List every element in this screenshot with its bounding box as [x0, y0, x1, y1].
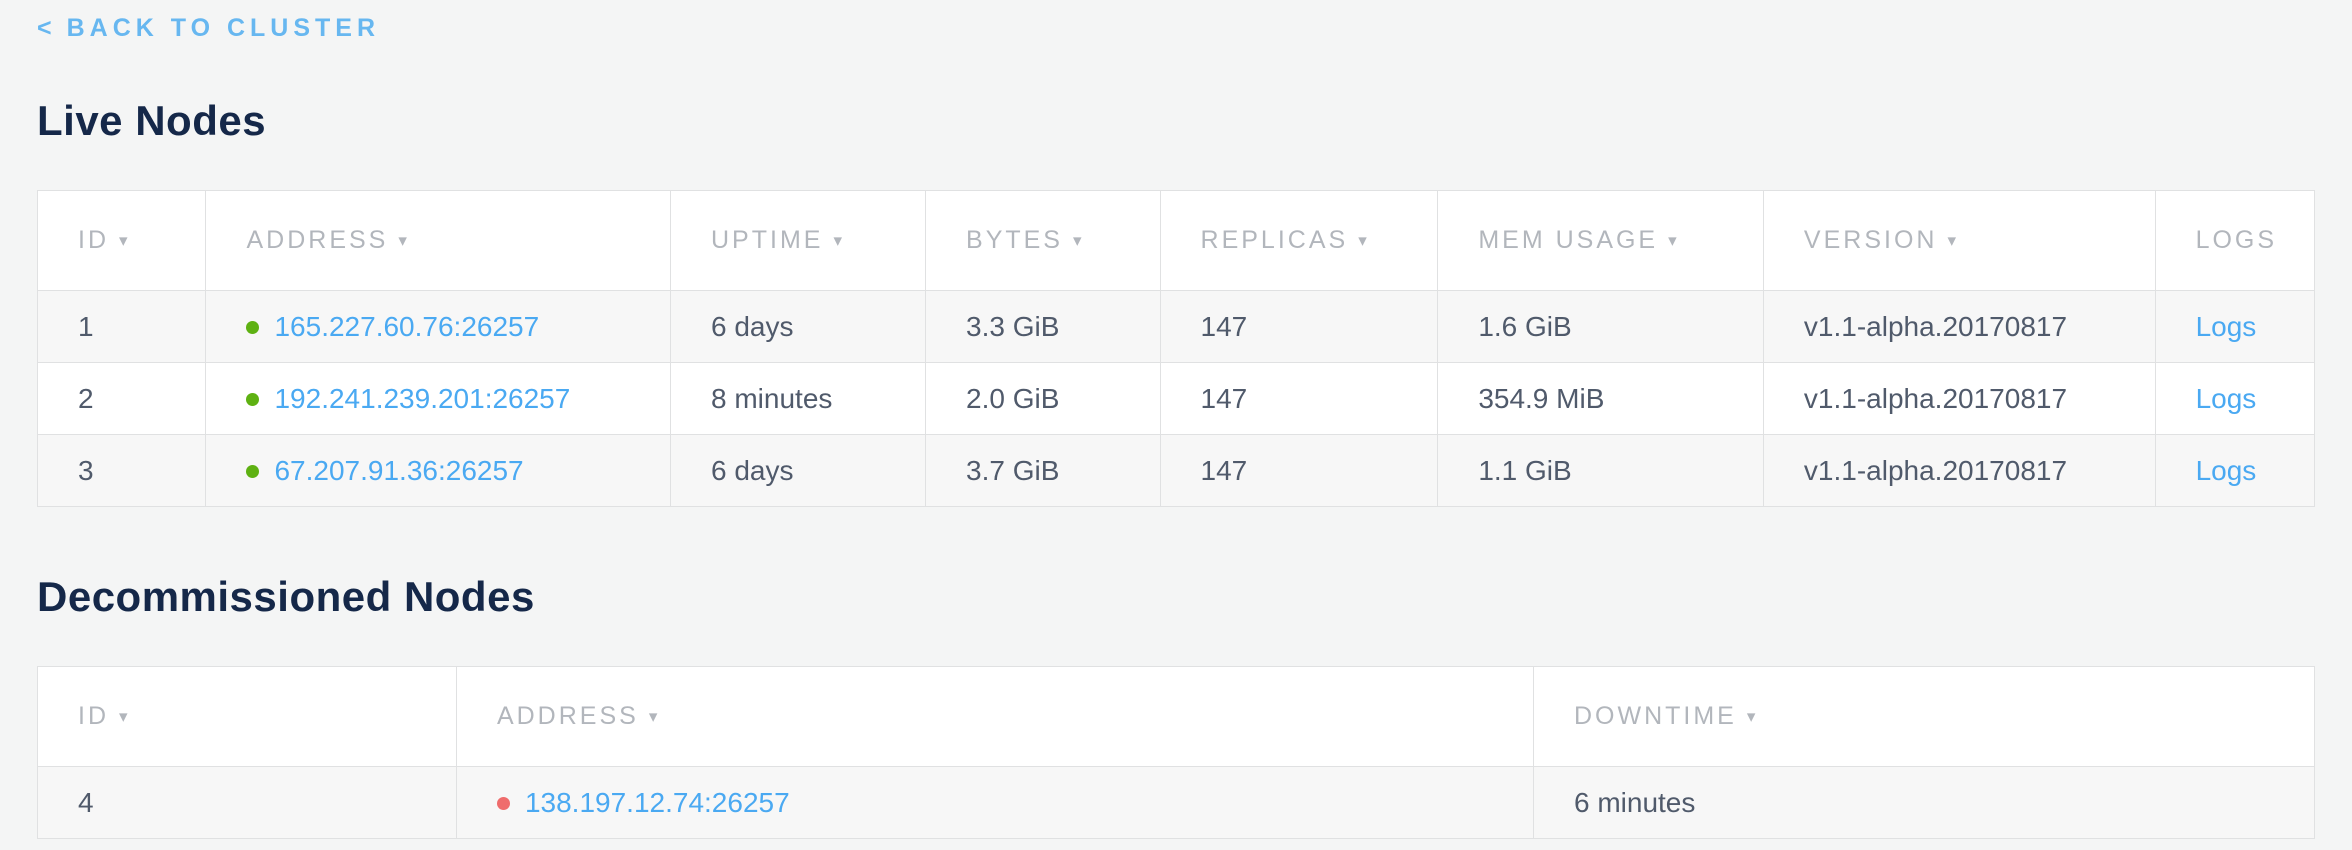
column-header-replicas[interactable]: REPLICAS ▾ [1160, 191, 1438, 291]
nodes-page: < BACK TO CLUSTER Live Nodes ID ▾ ADDRESS ▾… [0, 0, 2352, 839]
logs-link[interactable]: Logs [2196, 455, 2257, 486]
sort-arrow-icon: ▾ [649, 707, 661, 726]
node-live-status-icon [246, 321, 259, 334]
column-header-bytes[interactable]: BYTES ▾ [926, 191, 1161, 291]
node-mem-usage-cell: 1.6 GiB [1438, 291, 1764, 363]
node-mem-usage-cell: 354.9 MiB [1438, 363, 1764, 435]
sort-arrow-icon: ▾ [398, 231, 410, 250]
node-id-cell: 1 [38, 291, 206, 363]
column-header-label: BYTES [966, 226, 1063, 254]
column-header-logs: LOGS [2155, 191, 2314, 291]
node-version-cell: v1.1-alpha.20170817 [1763, 435, 2155, 507]
node-logs-cell: Logs [2155, 435, 2314, 507]
live-nodes-title: Live Nodes [37, 97, 2315, 145]
sort-arrow-icon: ▾ [1947, 231, 1959, 250]
column-header-uptime[interactable]: UPTIME ▾ [671, 191, 926, 291]
sort-arrow-icon: ▾ [1073, 231, 1085, 250]
decommissioned-nodes-title: Decommissioned Nodes [37, 573, 2315, 621]
node-address-link[interactable]: 67.207.91.36:26257 [274, 455, 523, 486]
node-address-cell: 67.207.91.36:26257 [206, 435, 671, 507]
live-nodes-table: ID ▾ ADDRESS ▾ UPTIME ▾ BYTES ▾ REPLICAS ▾ ME… [37, 190, 2315, 507]
decommissioned-node-row: 4 138.197.12.74:26257 6 minutes [38, 767, 2315, 839]
node-bytes-cell: 3.3 GiB [926, 291, 1161, 363]
column-header-address[interactable]: ADDRESS ▾ [206, 191, 671, 291]
back-to-cluster-link[interactable]: < BACK TO CLUSTER [37, 14, 380, 43]
node-replicas-cell: 147 [1160, 363, 1438, 435]
back-to-cluster-label: BACK TO CLUSTER [67, 14, 380, 42]
column-header-label: DOWNTIME [1574, 702, 1737, 730]
column-header-label: UPTIME [711, 226, 823, 254]
node-replicas-cell: 147 [1160, 435, 1438, 507]
column-header-downtime[interactable]: DOWNTIME ▾ [1533, 667, 2314, 767]
column-header-label: VERSION [1804, 226, 1938, 254]
node-address-cell: 192.241.239.201:26257 [206, 363, 671, 435]
node-id-cell: 4 [38, 767, 457, 839]
sort-arrow-icon: ▾ [119, 231, 131, 250]
node-downtime-cell: 6 minutes [1533, 767, 2314, 839]
column-header-label: ID [78, 702, 109, 730]
column-header-label: ADDRESS [246, 226, 388, 254]
node-mem-usage-cell: 1.1 GiB [1438, 435, 1764, 507]
chevron-left-icon: < [37, 14, 57, 42]
column-header-address[interactable]: ADDRESS ▾ [456, 667, 1533, 767]
node-logs-cell: Logs [2155, 363, 2314, 435]
node-address-cell: 165.227.60.76:26257 [206, 291, 671, 363]
node-address-link[interactable]: 192.241.239.201:26257 [274, 383, 570, 414]
decommissioned-nodes-header-row: ID ▾ ADDRESS ▾ DOWNTIME ▾ [38, 667, 2315, 767]
sort-arrow-icon: ▾ [1747, 707, 1759, 726]
column-header-version[interactable]: VERSION ▾ [1763, 191, 2155, 291]
column-header-label: MEM USAGE [1478, 226, 1658, 254]
sort-arrow-icon: ▾ [119, 707, 131, 726]
column-header-mem-usage[interactable]: MEM USAGE ▾ [1438, 191, 1764, 291]
live-node-row: 2 192.241.239.201:26257 8 minutes 2.0 Gi… [38, 363, 2315, 435]
column-header-label: REPLICAS [1201, 226, 1349, 254]
sort-arrow-icon: ▾ [1358, 231, 1370, 250]
node-uptime-cell: 6 days [671, 435, 926, 507]
column-header-id[interactable]: ID ▾ [38, 667, 457, 767]
node-bytes-cell: 2.0 GiB [926, 363, 1161, 435]
node-address-cell: 138.197.12.74:26257 [456, 767, 1533, 839]
live-nodes-header-row: ID ▾ ADDRESS ▾ UPTIME ▾ BYTES ▾ REPLICAS ▾ ME… [38, 191, 2315, 291]
node-dead-status-icon [497, 797, 510, 810]
node-version-cell: v1.1-alpha.20170817 [1763, 363, 2155, 435]
node-version-cell: v1.1-alpha.20170817 [1763, 291, 2155, 363]
logs-link[interactable]: Logs [2196, 311, 2257, 342]
node-live-status-icon [246, 393, 259, 406]
column-header-label: ADDRESS [497, 702, 639, 730]
live-node-row: 1 165.227.60.76:26257 6 days 3.3 GiB 147… [38, 291, 2315, 363]
node-uptime-cell: 6 days [671, 291, 926, 363]
node-logs-cell: Logs [2155, 291, 2314, 363]
node-address-link[interactable]: 138.197.12.74:26257 [525, 787, 790, 818]
node-bytes-cell: 3.7 GiB [926, 435, 1161, 507]
column-header-label: LOGS [2196, 226, 2277, 254]
node-id-cell: 2 [38, 363, 206, 435]
sort-arrow-icon: ▾ [1668, 231, 1680, 250]
sort-arrow-icon: ▾ [833, 231, 845, 250]
live-node-row: 3 67.207.91.36:26257 6 days 3.7 GiB 147 … [38, 435, 2315, 507]
node-live-status-icon [246, 465, 259, 478]
column-header-label: ID [78, 226, 109, 254]
column-header-id[interactable]: ID ▾ [38, 191, 206, 291]
node-address-link[interactable]: 165.227.60.76:26257 [274, 311, 539, 342]
node-replicas-cell: 147 [1160, 291, 1438, 363]
node-id-cell: 3 [38, 435, 206, 507]
logs-link[interactable]: Logs [2196, 383, 2257, 414]
node-uptime-cell: 8 minutes [671, 363, 926, 435]
decommissioned-nodes-table: ID ▾ ADDRESS ▾ DOWNTIME ▾ 4 138.197.12.74:2… [37, 666, 2315, 839]
